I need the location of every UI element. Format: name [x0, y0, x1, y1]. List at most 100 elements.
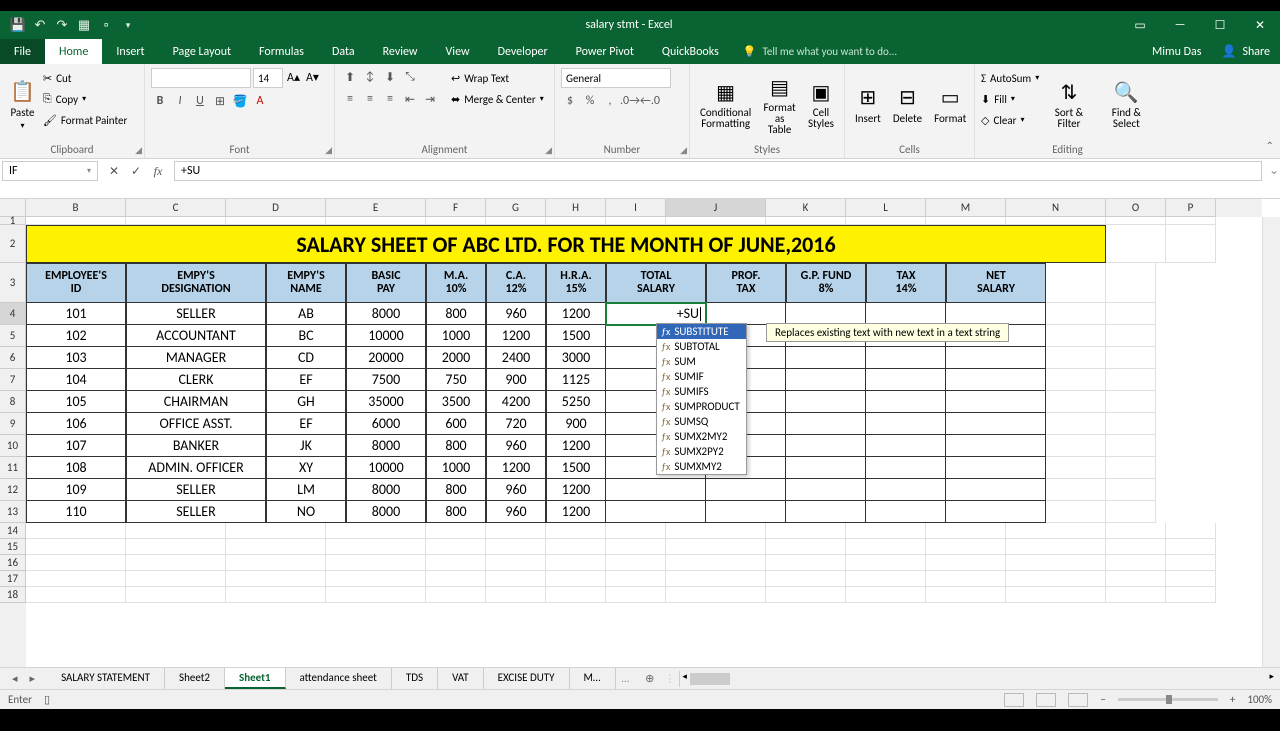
- data-cell[interactable]: 800: [426, 501, 486, 523]
- normal-view-icon[interactable]: [1004, 693, 1024, 707]
- row-header-3[interactable]: 3: [0, 263, 26, 303]
- data-cell[interactable]: [786, 369, 866, 391]
- font-dialog-icon[interactable]: ◢: [325, 145, 332, 156]
- row-header-17[interactable]: 17: [0, 571, 26, 587]
- decrease-font-icon[interactable]: A▾: [304, 68, 321, 88]
- zoom-slider[interactable]: [1118, 698, 1218, 701]
- data-cell[interactable]: 1200: [486, 457, 546, 479]
- data-cell[interactable]: +SU: [606, 303, 706, 325]
- data-cell[interactable]: [786, 391, 866, 413]
- autocomplete-item[interactable]: ƒxSUBSTITUTE: [657, 324, 746, 339]
- tab-power-pivot[interactable]: Power Pivot: [562, 39, 648, 64]
- accounting-icon[interactable]: $: [561, 92, 579, 110]
- col-header-N[interactable]: N: [1006, 199, 1106, 217]
- italic-icon[interactable]: I: [171, 92, 189, 110]
- data-cell[interactable]: ADMIN. OFFICER: [126, 457, 266, 479]
- worksheet-grid[interactable]: BCDEFGHIJKLMNOP 123456789101112131415161…: [0, 199, 1280, 667]
- data-cell[interactable]: [946, 303, 1046, 325]
- data-cell[interactable]: [946, 479, 1046, 501]
- col-header-F[interactable]: F: [426, 199, 486, 217]
- data-cell[interactable]: 960: [486, 303, 546, 325]
- data-cell[interactable]: LM: [266, 479, 346, 501]
- align-center-icon[interactable]: ≡: [361, 90, 379, 108]
- data-cell[interactable]: 3500: [426, 391, 486, 413]
- data-cell[interactable]: [946, 347, 1046, 369]
- sheet-tab[interactable]: Sheet2: [165, 668, 225, 689]
- data-cell[interactable]: SELLER: [126, 501, 266, 523]
- data-cell[interactable]: JK: [266, 435, 346, 457]
- data-cell[interactable]: 10000: [346, 325, 426, 347]
- autocomplete-item[interactable]: ƒxSUMSQ: [657, 414, 746, 429]
- align-top-icon[interactable]: ⬆: [341, 68, 359, 86]
- data-cell[interactable]: [786, 457, 866, 479]
- border-icon[interactable]: ⊞: [211, 92, 229, 110]
- data-cell[interactable]: [606, 479, 706, 501]
- sheet-tab[interactable]: M…: [570, 668, 616, 689]
- data-cell[interactable]: [946, 391, 1046, 413]
- tab-home[interactable]: Home: [45, 39, 102, 64]
- increase-font-icon[interactable]: A▴: [285, 68, 302, 88]
- row-header-9[interactable]: 9: [0, 413, 26, 435]
- tab-page-layout[interactable]: Page Layout: [159, 39, 245, 64]
- data-cell[interactable]: 1500: [546, 325, 606, 347]
- data-cell[interactable]: 900: [486, 369, 546, 391]
- cell-styles-button[interactable]: ▣Cell Styles: [804, 68, 838, 141]
- new-sheet-icon[interactable]: ⊕: [635, 672, 664, 685]
- data-cell[interactable]: [786, 347, 866, 369]
- data-cell[interactable]: [786, 435, 866, 457]
- data-cell[interactable]: BANKER: [126, 435, 266, 457]
- data-cell[interactable]: 104: [26, 369, 126, 391]
- sheet-tab[interactable]: VAT: [438, 668, 484, 689]
- data-cell[interactable]: GH: [266, 391, 346, 413]
- row-header-16[interactable]: 16: [0, 555, 26, 571]
- autosum-button[interactable]: ΣAutoSum▾: [981, 68, 1039, 88]
- data-cell[interactable]: SELLER: [126, 479, 266, 501]
- data-cell[interactable]: EF: [266, 413, 346, 435]
- expand-formula-icon[interactable]: ⌄: [1268, 159, 1280, 198]
- data-cell[interactable]: 109: [26, 479, 126, 501]
- data-cell[interactable]: 750: [426, 369, 486, 391]
- data-cell[interactable]: 6000: [346, 413, 426, 435]
- formula-autocomplete[interactable]: ƒxSUBSTITUTEƒxSUBTOTALƒxSUMƒxSUMIFƒxSUMI…: [656, 323, 747, 475]
- clipboard-dialog-icon[interactable]: ◢: [135, 145, 142, 156]
- data-cell[interactable]: [946, 501, 1046, 523]
- percent-icon[interactable]: %: [581, 92, 599, 110]
- data-cell[interactable]: [706, 479, 786, 501]
- data-cell[interactable]: 8000: [346, 479, 426, 501]
- row-header-4[interactable]: 4: [0, 303, 26, 325]
- data-cell[interactable]: [866, 413, 946, 435]
- data-cell[interactable]: [866, 479, 946, 501]
- data-cell[interactable]: BC: [266, 325, 346, 347]
- decrease-decimal-icon[interactable]: ←.0: [641, 92, 659, 110]
- data-cell[interactable]: 1200: [546, 435, 606, 457]
- autocomplete-item[interactable]: ƒxSUMXMY2: [657, 459, 746, 474]
- data-cell[interactable]: SELLER: [126, 303, 266, 325]
- sheet-tab[interactable]: EXCISE DUTY: [484, 668, 570, 689]
- sheet-nav-prev-icon[interactable]: ◂: [0, 672, 30, 685]
- indent-dec-icon[interactable]: ⇤: [401, 90, 419, 108]
- data-cell[interactable]: 1000: [426, 457, 486, 479]
- data-cell[interactable]: [866, 457, 946, 479]
- number-dialog-icon[interactable]: ◢: [680, 145, 687, 156]
- col-header-L[interactable]: L: [846, 199, 926, 217]
- vertical-scrollbar[interactable]: [1262, 217, 1280, 667]
- underline-icon[interactable]: U: [191, 92, 209, 110]
- data-cell[interactable]: 2000: [426, 347, 486, 369]
- namebox-dropdown-icon[interactable]: ▾: [87, 166, 91, 176]
- increase-decimal-icon[interactable]: .0→: [621, 92, 639, 110]
- orientation-icon[interactable]: ⤡: [401, 68, 419, 86]
- row-header-6[interactable]: 6: [0, 347, 26, 369]
- data-cell[interactable]: MANAGER: [126, 347, 266, 369]
- row-header-2[interactable]: 2: [0, 225, 26, 263]
- data-cell[interactable]: OFFICE ASST.: [126, 413, 266, 435]
- macro-record-icon[interactable]: ▯: [44, 693, 50, 706]
- data-cell[interactable]: [866, 347, 946, 369]
- share-button[interactable]: 👤Share: [1211, 39, 1280, 64]
- data-cell[interactable]: XY: [266, 457, 346, 479]
- tell-me[interactable]: 💡Tell me what you want to do...: [733, 39, 907, 64]
- data-cell[interactable]: 1200: [486, 325, 546, 347]
- data-cell[interactable]: 800: [426, 479, 486, 501]
- data-cell[interactable]: CHAIRMAN: [126, 391, 266, 413]
- cut-button[interactable]: ✂Cut: [43, 68, 127, 88]
- data-cell[interactable]: [866, 369, 946, 391]
